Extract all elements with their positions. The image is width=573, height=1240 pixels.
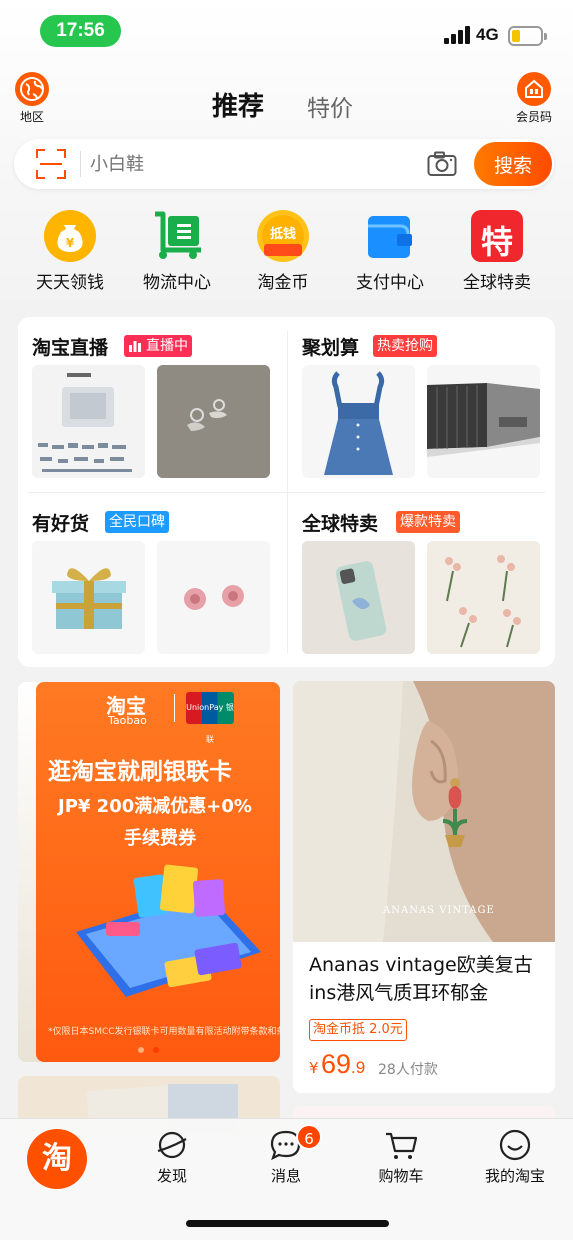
quick-link-logistics[interactable]: 物流中心 [127,210,227,300]
battery-icon [508,26,547,46]
banner-fine-print: *仅限日本SMCC发行银联卡可用数量有限活动附带条款和条件 [48,1027,280,1037]
channel-thumb-denim-dress[interactable] [302,365,415,478]
shopping-cart-icon [386,1132,418,1159]
price-currency: ¥ [309,1059,319,1077]
banner-headline: 逛淘宝就刷银联卡 [48,759,232,785]
banner-offer-line1: JP¥ 200满减优惠+0% [58,796,252,817]
channel-thumb-wardrobe[interactable] [427,365,540,478]
camera-icon[interactable] [427,151,457,177]
te-sale-icon-text: 特 [480,223,513,261]
tab-special-price[interactable]: 特价 [307,89,353,123]
te-sale-icon: 特 [471,210,523,262]
channel-title: 全球特卖 [302,513,379,535]
signal-icon [444,26,470,44]
wallet-icon [364,210,416,262]
carousel-dot[interactable] [138,1047,144,1053]
tab-recommend[interactable]: 推荐 [212,86,264,123]
channel-tag: 爆款特卖 [396,511,460,533]
quick-link-gold-coin[interactable]: 抵钱 淘金币 [233,210,333,300]
quick-link-label: 天天领钱 [36,273,104,293]
channels-card: 淘宝直播 直播中 聚划算 热卖抢购 有好货 全民口碑 全球特卖 爆款特卖 [18,317,555,667]
coupon-tag: 淘金币抵 2.0元 [309,1019,407,1041]
quick-link-label: 支付中心 [356,273,424,293]
tab-label: 消息 [270,1167,301,1185]
svg-text:¥: ¥ [66,236,75,250]
search-separator [80,151,81,177]
channel-global-sale[interactable]: 全球特卖 爆款特卖 [302,509,552,669]
channel-juhuasuan[interactable]: 聚划算 热卖抢购 [302,333,552,493]
gold-coin-icon-text: 抵钱 [269,227,296,242]
search-button[interactable]: 搜索 [474,142,552,186]
member-code-icon [517,72,551,106]
price-decimal: .9 [351,1058,366,1077]
money-bag-icon: ¥ [44,210,96,262]
region-label: 地区 [19,110,44,124]
quick-link-daily-cash[interactable]: ¥ 天天领钱 [20,210,120,300]
quick-link-payment[interactable]: 支付中心 [340,210,440,300]
status-time: 17:56 [40,15,121,47]
message-badge: 6 [296,1124,322,1150]
brand-watermark: ANANAS VINTAGE [382,905,495,916]
channel-thumb-stickers[interactable] [32,365,145,478]
product-title[interactable]: Ananas vintage欧美复古ins港风气质耳环郁金 [309,951,549,1007]
taobao-logo-sub: Taobao [108,714,147,727]
smiley-face-icon [499,1129,531,1161]
quick-link-label: 全球特卖 [463,273,531,293]
unionpay-promo-banner[interactable]: 淘宝 Taobao UnionPay 银联 逛淘宝就刷银联卡 JP¥ 200满减… [36,682,280,1062]
channel-thumb-phone-case[interactable] [302,541,415,654]
logistics-cart-icon [151,210,203,262]
quick-link-label: 物流中心 [143,273,211,293]
channel-thumb-rose-earrings[interactable] [157,541,270,654]
channel-title: 聚划算 [302,337,360,359]
product-image[interactable]: ANANAS VINTAGE [293,681,555,942]
logo-divider [174,694,175,722]
member-code-button[interactable]: 会员码 [508,72,560,124]
channel-title: 淘宝直播 [32,337,109,359]
planet-icon [157,1131,187,1159]
tab-cart[interactable]: 购物车 [356,1127,446,1197]
unionpay-logo: UnionPay 银联 [186,692,234,744]
gold-coin-icon: 抵钱 [257,210,309,262]
network-type: 4G [476,25,499,44]
banner-offer-line2: 手续费券 [124,828,196,849]
member-code-label: 会员码 [515,110,552,124]
tab-discover[interactable]: 发现 [127,1127,217,1197]
channel-thumb-earrings[interactable] [157,365,270,478]
channel-youhaohuo[interactable]: 有好货 全民口碑 [32,509,282,669]
tab-my-taobao[interactable]: 我的淘宝 [470,1127,560,1197]
tab-label: 发现 [156,1167,187,1185]
status-bar: 17:56 4G [0,0,573,62]
product-card[interactable]: ANANAS VINTAGE Ananas vintage欧美复古ins港风气质… [293,681,555,1093]
scan-icon[interactable] [36,149,66,179]
home-indicator[interactable] [186,1220,389,1227]
channel-tag: 热卖抢购 [373,335,437,357]
product-price: 69.9 [321,1049,365,1080]
search-input[interactable] [90,148,410,180]
channel-taobao-live[interactable]: 淘宝直播 直播中 [32,333,282,493]
channel-thumb-flower-brooches[interactable] [427,541,540,654]
channel-thumb-gift-box[interactable] [32,541,145,654]
quick-link-label: 淘金币 [257,273,309,293]
tab-label: 我的淘宝 [484,1167,545,1185]
channel-tag: 直播中 [124,335,192,357]
live-tag-text: 直播中 [146,338,188,354]
price-integer: 69 [321,1049,352,1079]
search-bar: 搜索 [14,139,554,189]
channel-tag: 全民口碑 [105,511,169,533]
quick-link-global-sale[interactable]: 特 全球特卖 [447,210,547,300]
globe-icon [15,72,49,106]
tab-label: 购物车 [378,1167,424,1185]
paid-count: 28人付款 [378,1062,438,1078]
region-button[interactable]: 地区 [12,72,52,124]
tab-home-taobao[interactable]: 淘 [27,1129,87,1189]
channel-title: 有好货 [32,513,90,535]
phone-shopping-illustration [46,862,270,1016]
carousel-dot-active[interactable] [153,1047,159,1053]
